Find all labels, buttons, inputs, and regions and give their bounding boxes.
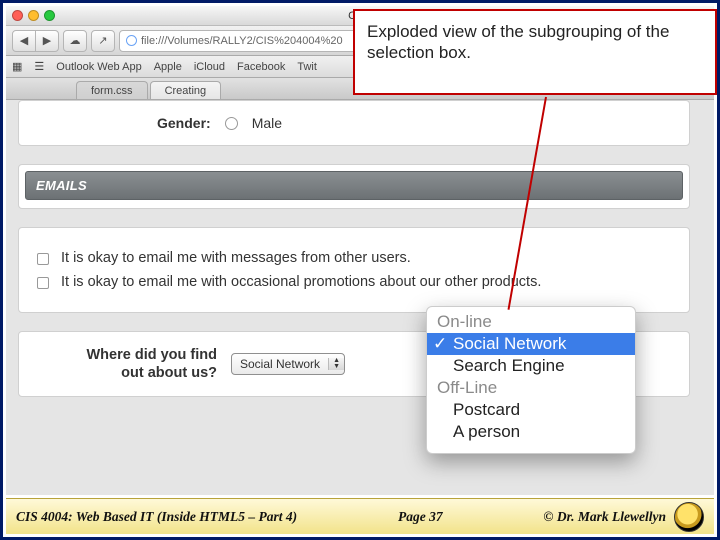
- url-text: file:///Volumes/RALLY2/CIS%204004%20: [141, 35, 343, 47]
- forward-button[interactable]: ▶: [35, 30, 59, 52]
- gender-value: Male: [252, 115, 282, 131]
- bookmark-item[interactable]: Apple: [154, 61, 182, 73]
- tab[interactable]: form.css: [76, 81, 148, 99]
- bookmark-item[interactable]: Facebook: [237, 61, 285, 73]
- back-button[interactable]: ◀: [12, 30, 36, 52]
- source-select[interactable]: Social Network ▲▼: [231, 353, 345, 375]
- emails-options-card: It is okay to email me with messages fro…: [18, 227, 690, 313]
- check-label: It is okay to email me with messages fro…: [61, 250, 411, 266]
- dropdown-option[interactable]: Search Engine: [427, 355, 635, 377]
- share-button[interactable]: ↗: [91, 30, 115, 52]
- gender-label: Gender:: [157, 115, 211, 131]
- icloud-tabs-button[interactable]: ☁: [63, 30, 87, 52]
- bookmarks-menu-icon[interactable]: ▦: [12, 60, 22, 73]
- bookmark-item[interactable]: Outlook Web App: [56, 61, 141, 73]
- dropdown-option[interactable]: Postcard: [427, 399, 635, 421]
- footer-right: © Dr. Mark Llewellyn: [543, 509, 666, 525]
- ucf-seal-icon: [674, 502, 704, 532]
- dropdown-option[interactable]: A person: [427, 421, 635, 443]
- slide-footer: CIS 4004: Web Based IT (Inside HTML5 – P…: [6, 498, 714, 534]
- compass-icon: [126, 35, 137, 46]
- nav-buttons: ◀ ▶: [12, 30, 59, 52]
- optgroup-label: Off-Line: [427, 377, 635, 399]
- checkbox[interactable]: [37, 277, 49, 289]
- optgroup-label: On-line: [427, 311, 635, 333]
- zoom-icon[interactable]: [44, 10, 55, 21]
- check-label: It is okay to email me with occasional p…: [61, 274, 541, 290]
- bookmark-item[interactable]: Twit: [297, 61, 317, 73]
- chevron-updown-icon: ▲▼: [328, 358, 344, 370]
- dropdown-option-selected[interactable]: Social Network: [427, 333, 635, 355]
- dropdown-popup: On-line Social Network Search Engine Off…: [426, 306, 636, 454]
- minimize-icon[interactable]: [28, 10, 39, 21]
- check-row: It is okay to email me with messages fro…: [37, 250, 671, 266]
- bookmark-item[interactable]: iCloud: [194, 61, 225, 73]
- footer-center: Page 37: [398, 509, 443, 525]
- check-row: It is okay to email me with occasional p…: [37, 274, 671, 290]
- annotation-text: Exploded view of the subgrouping of the …: [367, 22, 669, 62]
- radio-male[interactable]: [225, 117, 238, 130]
- checkbox[interactable]: [37, 253, 49, 265]
- tab[interactable]: Creating: [150, 81, 222, 99]
- emails-heading: EMAILS: [25, 171, 683, 200]
- close-icon[interactable]: [12, 10, 23, 21]
- reading-list-icon[interactable]: ☰: [34, 60, 44, 73]
- annotation-box: Exploded view of the subgrouping of the …: [353, 9, 717, 95]
- slide: Crea ◀ ▶ ☁ ↗ file:///Volumes/RALLY2/CIS%…: [0, 0, 720, 540]
- where-question: Where did you find out about us?: [37, 346, 217, 382]
- gender-card: Gender: Male: [18, 100, 690, 146]
- select-value: Social Network: [232, 357, 328, 371]
- emails-banner-card: EMAILS: [18, 164, 690, 209]
- footer-left: CIS 4004: Web Based IT (Inside HTML5 – P…: [16, 509, 297, 525]
